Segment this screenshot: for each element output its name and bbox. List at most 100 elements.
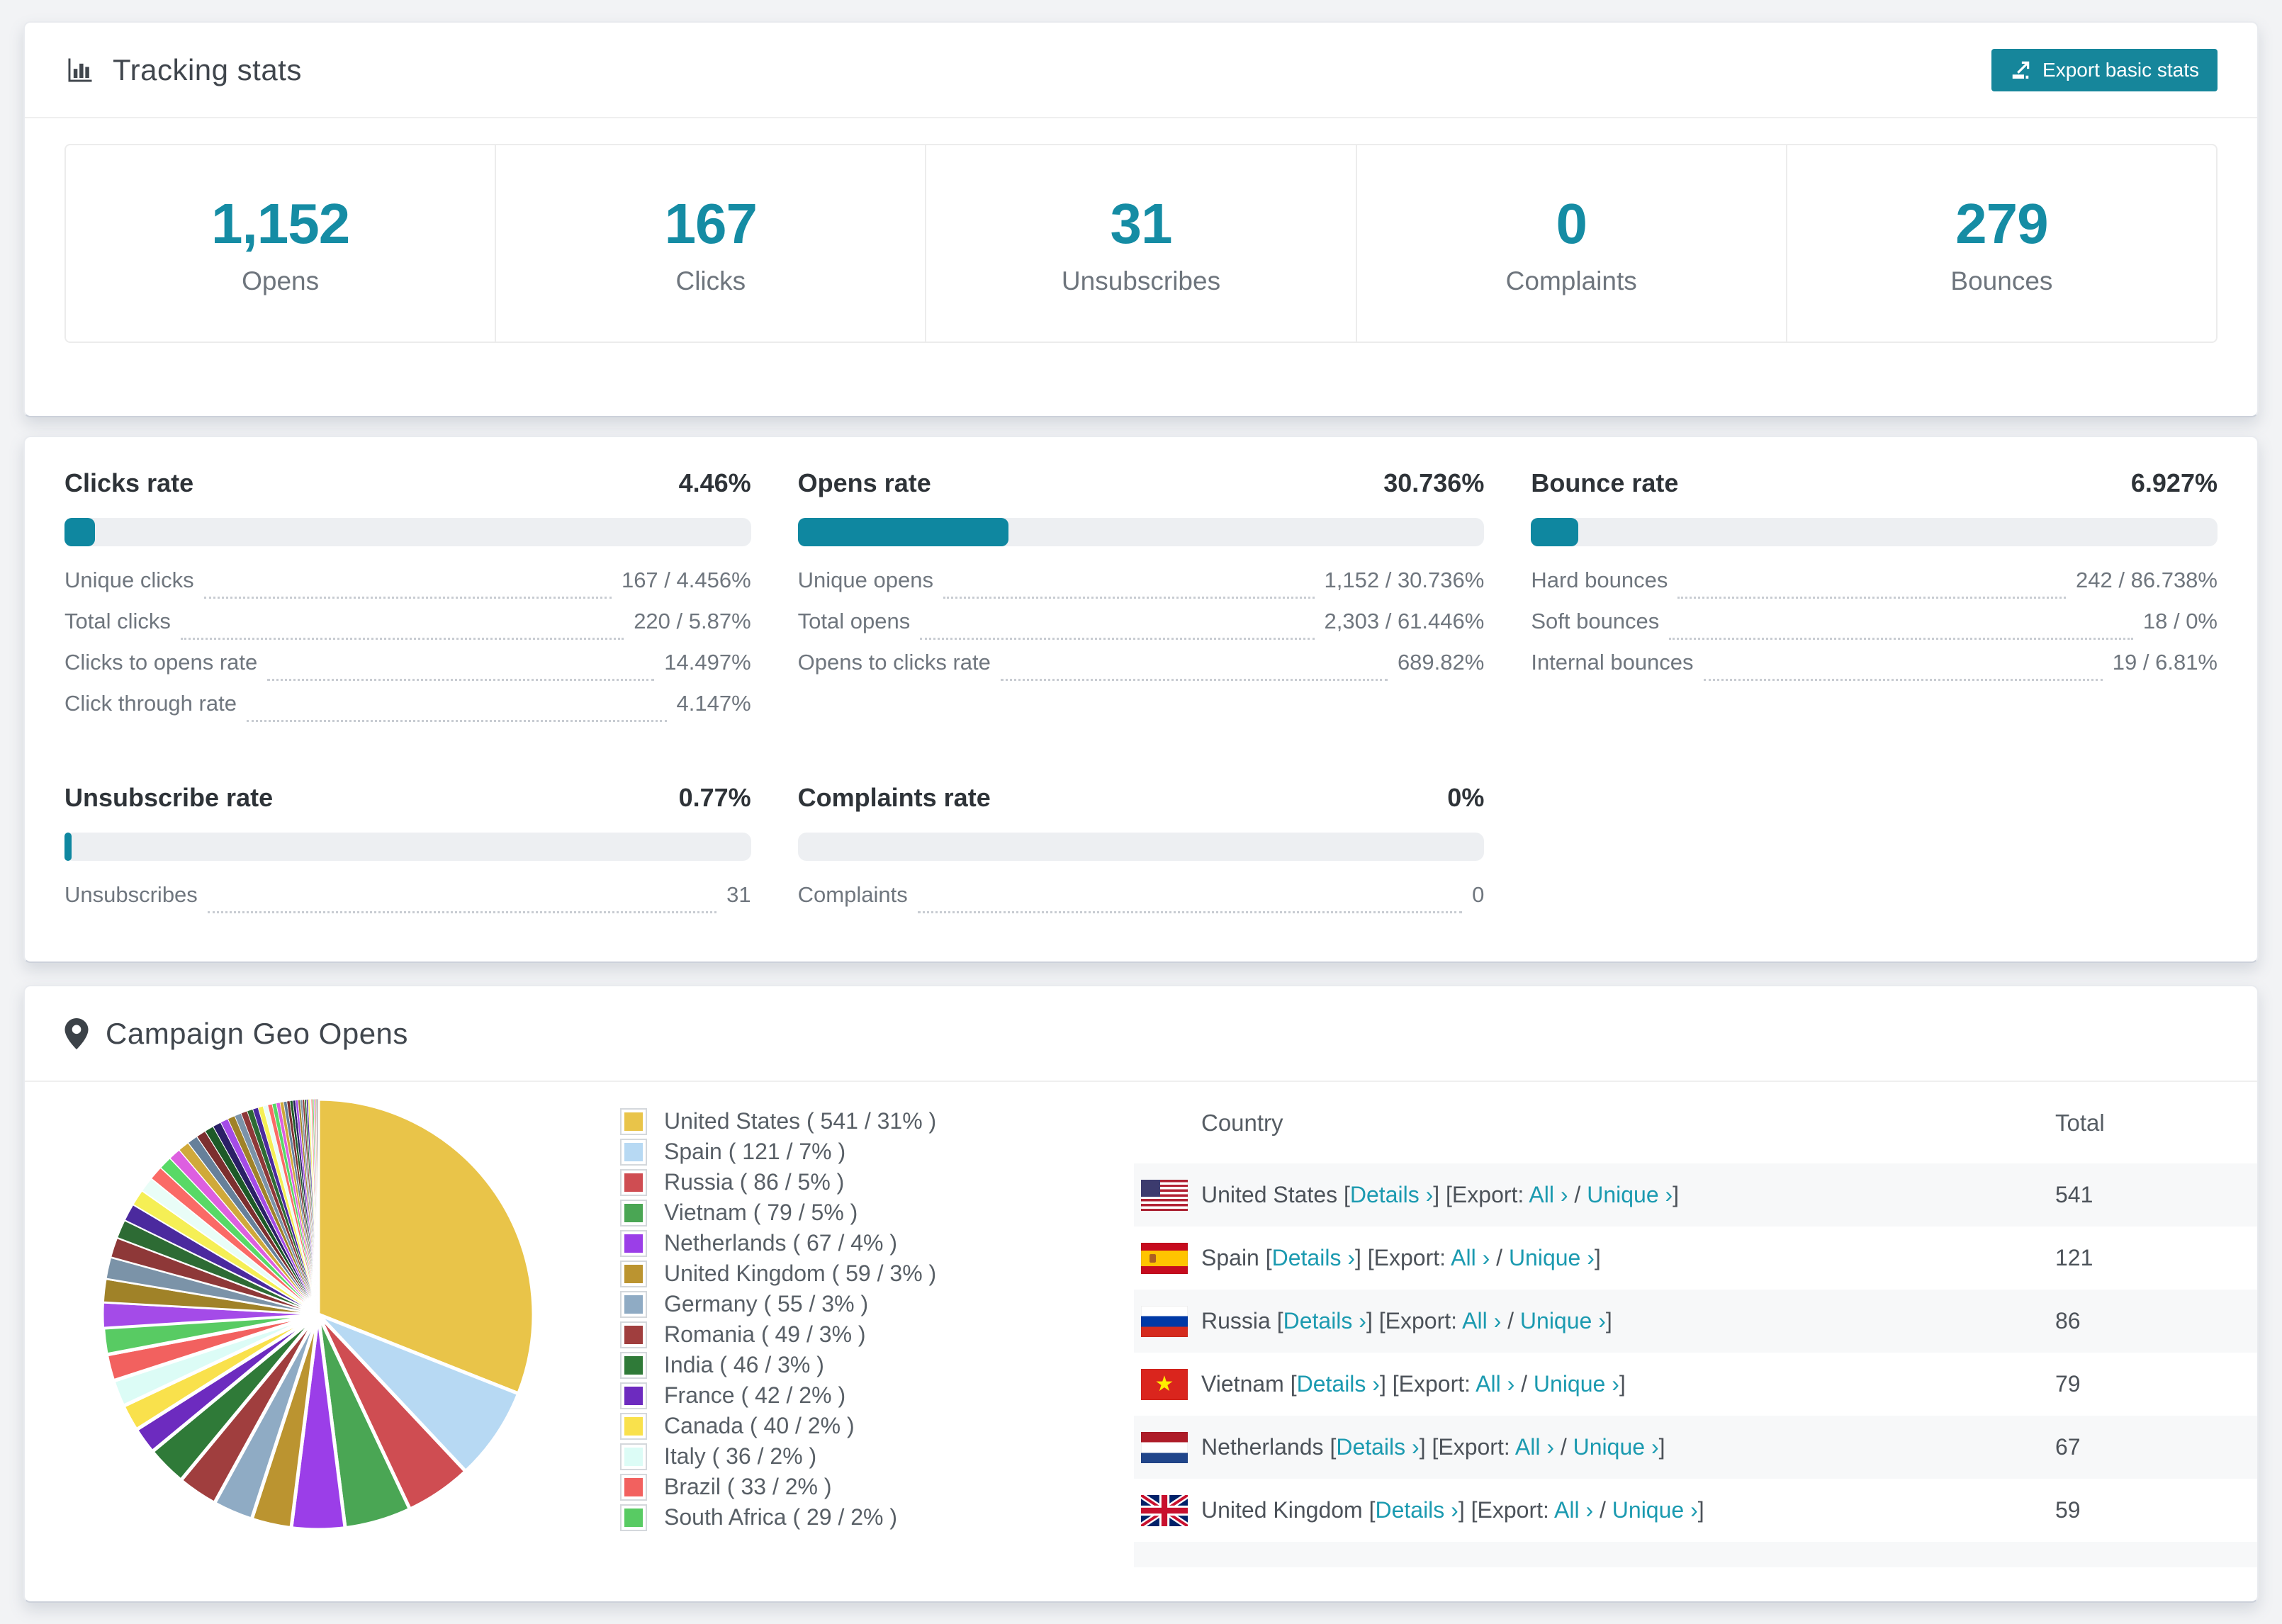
- legend-label: Russia ( 86 / 5% ): [664, 1169, 845, 1195]
- legend-label: India ( 46 / 3% ): [664, 1352, 824, 1377]
- dotted-leader: [180, 638, 624, 640]
- rate-panel-value: 0.77%: [678, 783, 751, 812]
- stat-label: Clicks: [675, 266, 746, 295]
- details-link[interactable]: Details ›: [1283, 1308, 1366, 1333]
- dotted-leader: [1677, 597, 2067, 599]
- slash-separator: /: [1490, 1245, 1509, 1270]
- legend-color-chip: [620, 1443, 647, 1470]
- rate-progress-fill: [797, 518, 1009, 546]
- dotted-leader: [1703, 679, 2103, 681]
- rate-panel-title: Unsubscribe rate: [64, 783, 274, 812]
- bracket-close: ]: [1658, 1434, 1665, 1460]
- stat-cell-opens: 1,152 Opens: [66, 145, 497, 342]
- legend-label: France ( 42 / 2% ): [664, 1382, 846, 1408]
- rate-detail-row: Soft bounces 18 / 0%: [1531, 609, 2218, 650]
- export-unique-link[interactable]: Unique ›: [1520, 1308, 1606, 1333]
- export-all-link[interactable]: All ›: [1529, 1182, 1568, 1207]
- stat-value: 0: [1556, 191, 1587, 255]
- rate-panel-value: 4.46%: [678, 468, 751, 497]
- legend-color-chip: [620, 1168, 647, 1196]
- country-cell: Spain [Details ›] [Export: All › / Uniqu…: [1201, 1245, 1601, 1271]
- rate-detail-value: 14.497%: [664, 650, 751, 675]
- legend-item-russia: Russia ( 86 / 5% ): [620, 1167, 1017, 1197]
- export-all-link[interactable]: All ›: [1462, 1308, 1501, 1333]
- rate-panel-title: Opens rate: [797, 468, 931, 497]
- legend-color-chip: [620, 1229, 647, 1257]
- legend-label: Germany ( 55 / 3% ): [664, 1291, 869, 1316]
- geo-header: Campaign Geo Opens: [25, 986, 2257, 1082]
- legend-item-spain: Spain ( 121 / 7% ): [620, 1137, 1017, 1167]
- rate-detail-row: Click through rate 4.147%: [64, 691, 751, 732]
- rate-detail-value: 220 / 5.87%: [634, 609, 751, 633]
- export-unique-link[interactable]: Unique ›: [1612, 1497, 1698, 1523]
- total-column-header: Total: [2055, 1109, 2105, 1136]
- stat-value: 167: [664, 191, 758, 255]
- export-all-link[interactable]: All ›: [1515, 1434, 1554, 1460]
- legend-color-chip: [620, 1382, 647, 1409]
- stat-value: 1,152: [211, 191, 350, 255]
- rate-progress-fill: [64, 518, 96, 546]
- rate-detail-row: Hard bounces 242 / 86.738%: [1531, 568, 2218, 609]
- legend-item-south-africa: South Africa ( 29 / 2% ): [620, 1502, 1017, 1533]
- country-column-header: Country: [1201, 1109, 1283, 1136]
- nl-flag: [1141, 1431, 1188, 1463]
- country-cell: Vietnam [Details ›] [Export: All › / Uni…: [1201, 1371, 1626, 1397]
- slash-separator: /: [1568, 1182, 1587, 1207]
- stat-label: Opens: [242, 266, 320, 295]
- details-link[interactable]: Details ›: [1350, 1182, 1433, 1207]
- export-basic-stats-button[interactable]: Export basic stats: [1991, 48, 2218, 91]
- rate-detail-row: Total opens 2,303 / 61.446%: [798, 609, 1485, 650]
- export-unique-link[interactable]: Unique ›: [1509, 1245, 1595, 1270]
- country-name: Netherlands [: [1201, 1434, 1337, 1460]
- rate-panel-bounce-rate: Bounce rate 6.927% Hard bounces 242 / 86…: [1531, 468, 2218, 732]
- legend-color-chip: [620, 1351, 647, 1379]
- country-cell: Russia [Details ›] [Export: All › / Uniq…: [1201, 1308, 1612, 1334]
- rate-detail-value: 242 / 86.738%: [2076, 568, 2218, 592]
- stat-label: Bounces: [1950, 266, 2053, 295]
- campaign-geo-opens-card: Campaign Geo Opens United States ( 541 /…: [23, 985, 2259, 1603]
- legend-color-chip: [620, 1321, 647, 1348]
- rate-panel-clicks-rate: Clicks rate 4.46% Unique clicks 167 / 4.…: [64, 468, 751, 732]
- summary-stats-row: 1,152 Opens 167 Clicks 31 Unsubscribes 0…: [64, 144, 2218, 343]
- dotted-leader: [207, 911, 717, 913]
- export-all-link[interactable]: All ›: [1476, 1371, 1514, 1397]
- tracking-stats-header: Tracking stats Export basic stats: [25, 23, 2257, 118]
- stat-label: Unsubscribes: [1061, 266, 1221, 295]
- rate-panel-value: 0%: [1447, 783, 1485, 812]
- export-unique-link[interactable]: Unique ›: [1573, 1434, 1659, 1460]
- details-link[interactable]: Details ›: [1272, 1245, 1355, 1270]
- export-unique-link[interactable]: Unique ›: [1534, 1371, 1619, 1397]
- stat-value: 31: [1110, 191, 1173, 255]
- rate-detail-value: 18 / 0%: [2142, 609, 2218, 633]
- rate-detail-value: 4.147%: [676, 691, 751, 716]
- rate-detail-label: Unique opens: [797, 568, 933, 592]
- rate-detail-row: Total clicks 220 / 5.87%: [64, 609, 751, 650]
- legend-item-united-states: United States ( 541 / 31% ): [620, 1106, 1017, 1137]
- export-all-link[interactable]: All ›: [1451, 1245, 1490, 1270]
- rate-detail-value: 2,303 / 61.446%: [1324, 609, 1485, 633]
- geo-body: United States ( 541 / 31% ) Spain ( 121 …: [25, 1082, 2257, 1567]
- details-link[interactable]: Details ›: [1297, 1371, 1380, 1397]
- rate-detail-label: Unsubscribes: [64, 882, 198, 907]
- legend-color-chip: [620, 1504, 647, 1531]
- tracking-stats-title-text: Tracking stats: [113, 52, 302, 86]
- geo-opens-pie-chart: [91, 1088, 545, 1541]
- export-all-link[interactable]: All ›: [1554, 1497, 1593, 1523]
- rate-panel-complaints-rate: Complaints rate 0% Complaints 0: [797, 783, 1485, 923]
- country-cell: Netherlands [Details ›] [Export: All › /…: [1201, 1434, 1665, 1460]
- rate-progress-track: [797, 518, 1485, 546]
- export-unique-link[interactable]: Unique ›: [1587, 1182, 1673, 1207]
- stat-label: Complaints: [1505, 266, 1637, 295]
- details-link[interactable]: Details ›: [1336, 1434, 1419, 1460]
- total-cell: 121: [2055, 1245, 2093, 1270]
- dotted-leader: [920, 638, 1315, 640]
- rate-detail-row: Internal bounces 19 / 6.81%: [1531, 650, 2218, 691]
- legend-item-france: France ( 42 / 2% ): [620, 1380, 1017, 1411]
- table-row-partial-de: [1134, 1542, 2257, 1567]
- details-link[interactable]: Details ›: [1375, 1497, 1458, 1523]
- legend-label: Spain ( 121 / 7% ): [664, 1139, 846, 1164]
- export-text: ] [Export:: [1354, 1245, 1451, 1270]
- vn-flag: ★: [1141, 1368, 1188, 1400]
- rate-detail-label: Hard bounces: [1531, 568, 1668, 592]
- slash-separator: /: [1553, 1434, 1573, 1460]
